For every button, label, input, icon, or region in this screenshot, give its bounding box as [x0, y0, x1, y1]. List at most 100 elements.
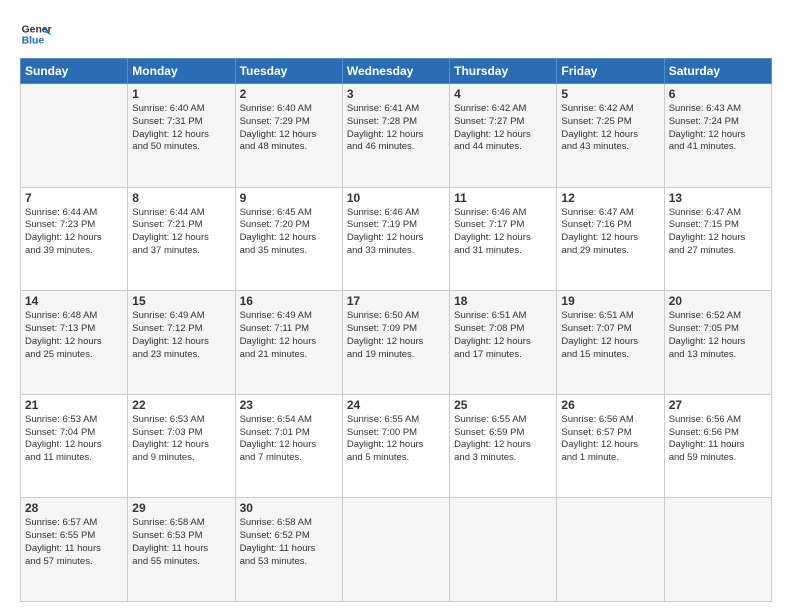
day-number: 8	[132, 191, 230, 205]
day-number: 25	[454, 398, 552, 412]
day-number: 7	[25, 191, 123, 205]
cell-info-line: and 41 minutes.	[669, 141, 767, 154]
day-number: 10	[347, 191, 445, 205]
cell-info-line: and 5 minutes.	[347, 452, 445, 465]
day-number: 13	[669, 191, 767, 205]
cell-info-line: Sunrise: 6:43 AM	[669, 103, 767, 116]
header: General Blue	[20, 18, 772, 50]
cell-info-line: and 55 minutes.	[132, 556, 230, 569]
cell-info-line: Sunset: 7:01 PM	[240, 427, 338, 440]
cell-info-line: Daylight: 12 hours	[240, 129, 338, 142]
cell-info-line: and 11 minutes.	[25, 452, 123, 465]
cell-info-line: Sunrise: 6:42 AM	[561, 103, 659, 116]
cell-info-line: Daylight: 12 hours	[669, 129, 767, 142]
cell-info-line: Sunset: 6:57 PM	[561, 427, 659, 440]
cell-info-line: and 17 minutes.	[454, 349, 552, 362]
cell-info-line: and 23 minutes.	[132, 349, 230, 362]
calendar-cell: 27Sunrise: 6:56 AMSunset: 6:56 PMDayligh…	[664, 394, 771, 498]
cell-info-line: and 48 minutes.	[240, 141, 338, 154]
cell-info-line: Sunset: 6:56 PM	[669, 427, 767, 440]
cell-info-line: Sunrise: 6:48 AM	[25, 310, 123, 323]
cell-info-line: and 7 minutes.	[240, 452, 338, 465]
calendar-cell: 17Sunrise: 6:50 AMSunset: 7:09 PMDayligh…	[342, 291, 449, 395]
cell-info-line: Sunrise: 6:52 AM	[669, 310, 767, 323]
cell-info-line: and 39 minutes.	[25, 245, 123, 258]
weekday-header-sunday: Sunday	[21, 59, 128, 84]
cell-info-line: Sunrise: 6:46 AM	[454, 207, 552, 220]
day-number: 15	[132, 294, 230, 308]
cell-info-line: Sunset: 7:05 PM	[669, 323, 767, 336]
day-number: 2	[240, 87, 338, 101]
cell-info-line: Daylight: 12 hours	[454, 439, 552, 452]
cell-info-line: Sunset: 7:12 PM	[132, 323, 230, 336]
cell-info-line: Sunset: 7:24 PM	[669, 116, 767, 129]
cell-info-line: Sunset: 7:21 PM	[132, 219, 230, 232]
day-number: 9	[240, 191, 338, 205]
weekday-header-tuesday: Tuesday	[235, 59, 342, 84]
cell-info-line: Daylight: 12 hours	[347, 336, 445, 349]
cell-info-line: and 57 minutes.	[25, 556, 123, 569]
cell-info-line: Sunset: 7:11 PM	[240, 323, 338, 336]
cell-info-line: and 50 minutes.	[132, 141, 230, 154]
day-number: 28	[25, 501, 123, 515]
day-number: 16	[240, 294, 338, 308]
calendar-cell: 26Sunrise: 6:56 AMSunset: 6:57 PMDayligh…	[557, 394, 664, 498]
cell-info-line: Daylight: 12 hours	[454, 336, 552, 349]
weekday-header-wednesday: Wednesday	[342, 59, 449, 84]
cell-info-line: Sunrise: 6:46 AM	[347, 207, 445, 220]
cell-info-line: and 43 minutes.	[561, 141, 659, 154]
cell-info-line: Sunrise: 6:55 AM	[347, 414, 445, 427]
cell-info-line: Daylight: 11 hours	[132, 543, 230, 556]
cell-info-line: Sunset: 7:08 PM	[454, 323, 552, 336]
calendar-cell: 13Sunrise: 6:47 AMSunset: 7:15 PMDayligh…	[664, 187, 771, 291]
calendar-cell: 18Sunrise: 6:51 AMSunset: 7:08 PMDayligh…	[450, 291, 557, 395]
cell-info-line: Daylight: 12 hours	[347, 232, 445, 245]
calendar-cell: 6Sunrise: 6:43 AMSunset: 7:24 PMDaylight…	[664, 84, 771, 188]
cell-info-line: Daylight: 12 hours	[132, 439, 230, 452]
day-number: 4	[454, 87, 552, 101]
day-number: 17	[347, 294, 445, 308]
cell-info-line: Sunset: 7:25 PM	[561, 116, 659, 129]
day-number: 5	[561, 87, 659, 101]
day-number: 11	[454, 191, 552, 205]
weekday-header-saturday: Saturday	[664, 59, 771, 84]
day-number: 21	[25, 398, 123, 412]
calendar-cell: 2Sunrise: 6:40 AMSunset: 7:29 PMDaylight…	[235, 84, 342, 188]
calendar-cell	[664, 498, 771, 602]
cell-info-line: Daylight: 12 hours	[561, 232, 659, 245]
cell-info-line: Daylight: 11 hours	[669, 439, 767, 452]
cell-info-line: Sunset: 7:15 PM	[669, 219, 767, 232]
svg-text:Blue: Blue	[22, 36, 45, 47]
day-number: 20	[669, 294, 767, 308]
day-number: 18	[454, 294, 552, 308]
cell-info-line: Daylight: 12 hours	[669, 336, 767, 349]
logo: General Blue	[20, 18, 56, 50]
cell-info-line: Sunset: 7:03 PM	[132, 427, 230, 440]
cell-info-line: Sunset: 7:27 PM	[454, 116, 552, 129]
calendar-cell	[342, 498, 449, 602]
cell-info-line: Sunrise: 6:42 AM	[454, 103, 552, 116]
cell-info-line: Sunrise: 6:49 AM	[240, 310, 338, 323]
logo-icon: General Blue	[20, 18, 52, 50]
calendar-cell: 21Sunrise: 6:53 AMSunset: 7:04 PMDayligh…	[21, 394, 128, 498]
cell-info-line: Daylight: 12 hours	[240, 232, 338, 245]
cell-info-line: Sunrise: 6:45 AM	[240, 207, 338, 220]
cell-info-line: Sunset: 7:07 PM	[561, 323, 659, 336]
cell-info-line: and 25 minutes.	[25, 349, 123, 362]
cell-info-line: Sunrise: 6:50 AM	[347, 310, 445, 323]
calendar-cell: 14Sunrise: 6:48 AMSunset: 7:13 PMDayligh…	[21, 291, 128, 395]
cell-info-line: Sunrise: 6:40 AM	[132, 103, 230, 116]
cell-info-line: Daylight: 12 hours	[132, 336, 230, 349]
cell-info-line: and 15 minutes.	[561, 349, 659, 362]
cell-info-line: and 27 minutes.	[669, 245, 767, 258]
day-number: 1	[132, 87, 230, 101]
cell-info-line: Sunset: 7:00 PM	[347, 427, 445, 440]
cell-info-line: Sunrise: 6:40 AM	[240, 103, 338, 116]
cell-info-line: Sunset: 7:31 PM	[132, 116, 230, 129]
cell-info-line: Sunset: 6:52 PM	[240, 530, 338, 543]
cell-info-line: Daylight: 12 hours	[669, 232, 767, 245]
day-number: 29	[132, 501, 230, 515]
cell-info-line: Sunrise: 6:58 AM	[132, 517, 230, 530]
cell-info-line: Sunset: 7:04 PM	[25, 427, 123, 440]
day-number: 19	[561, 294, 659, 308]
